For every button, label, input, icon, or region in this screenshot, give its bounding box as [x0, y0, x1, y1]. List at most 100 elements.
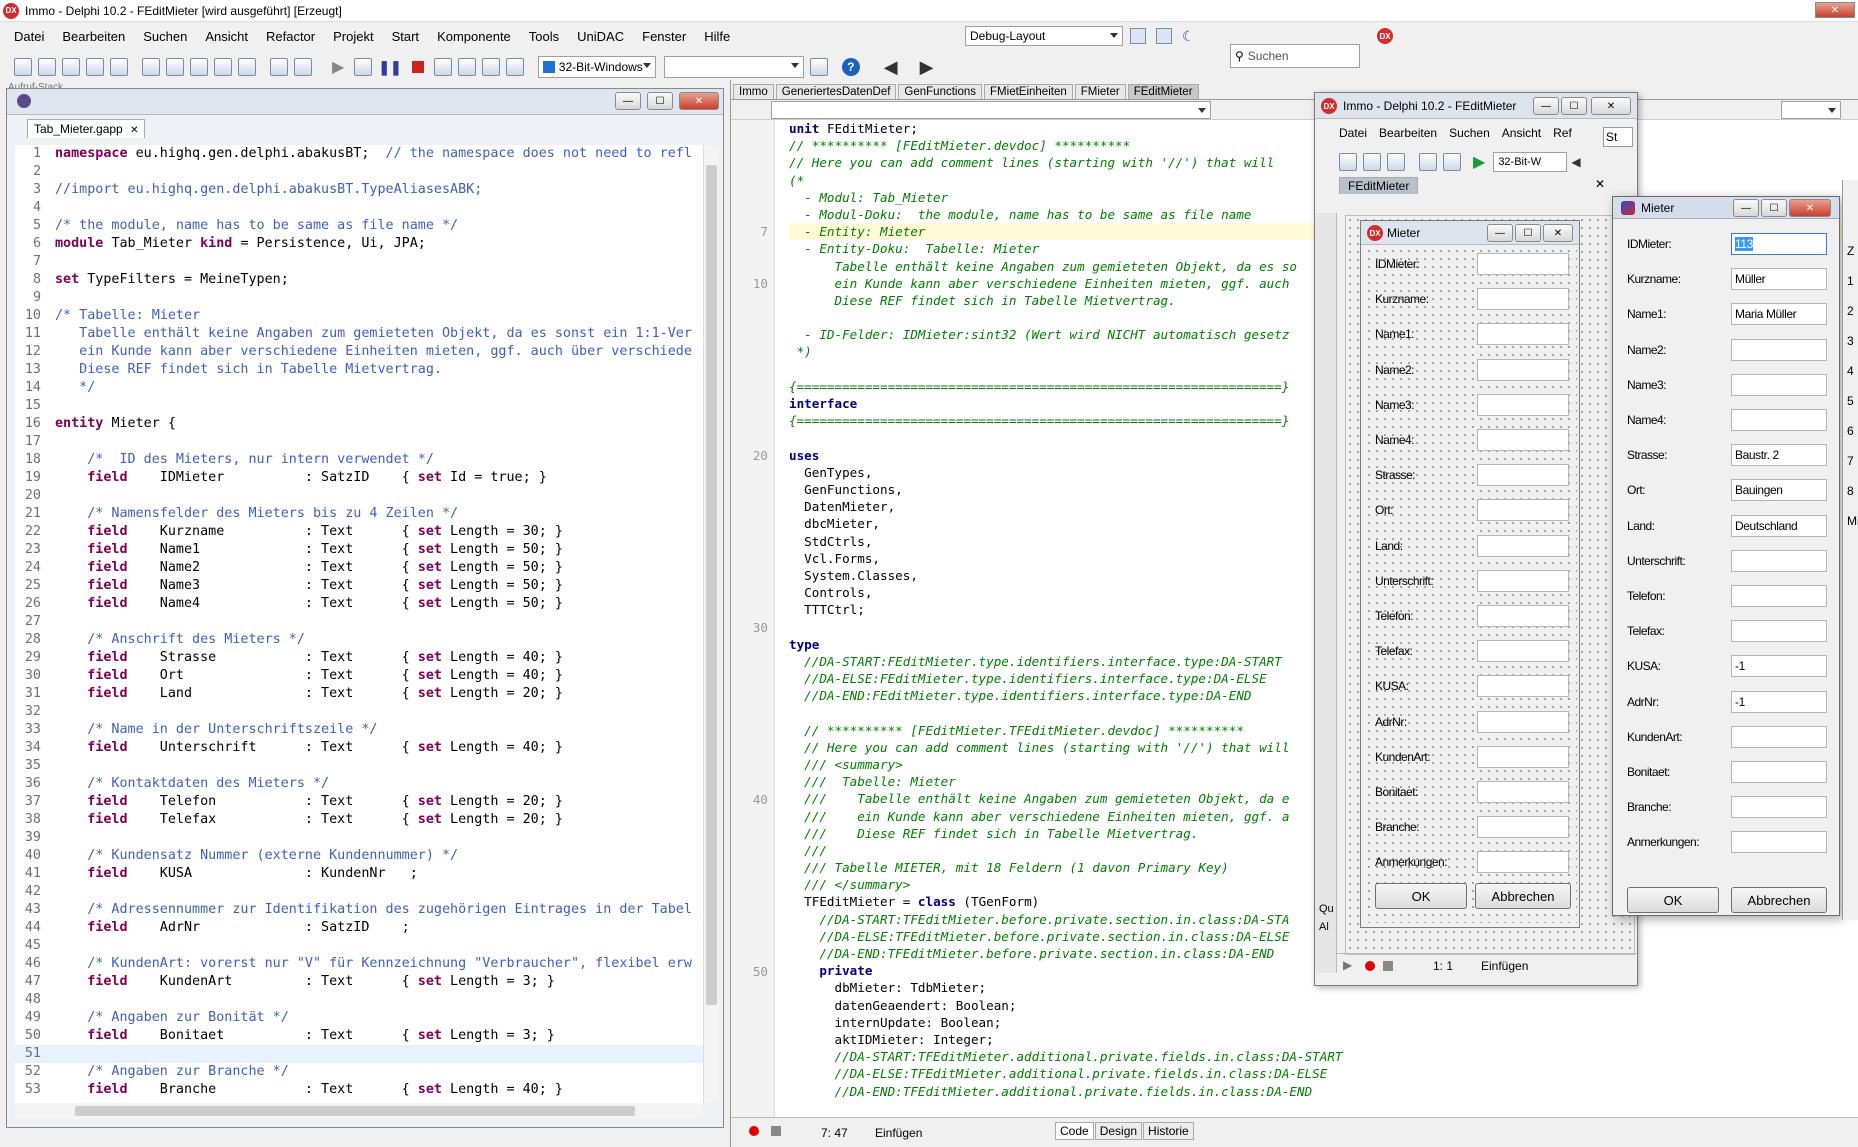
left-min-button[interactable]: —	[615, 92, 641, 110]
toggle-breakpoint-icon[interactable]	[505, 58, 524, 76]
save-folder-icon[interactable]	[238, 58, 256, 76]
ide2-save-icon[interactable]	[1387, 153, 1405, 171]
field-input[interactable]: Baustr. 2	[1731, 444, 1827, 467]
menu-item-9[interactable]: UniDAC	[577, 29, 624, 44]
design-form-body[interactable]: IDMieter: Kurzname: Name1: Name2: Name3: Name…	[1365, 247, 1577, 923]
run-to-cursor-icon[interactable]	[481, 58, 500, 76]
step-over-icon[interactable]	[433, 58, 452, 76]
field-input[interactable]	[1731, 409, 1827, 431]
trace-into-icon[interactable]	[457, 58, 476, 76]
new-icon[interactable]	[14, 58, 32, 76]
save-icon[interactable]	[86, 58, 104, 76]
layout-combo[interactable]: Debug-Layout	[965, 26, 1123, 46]
left-max-button[interactable]: ☐	[647, 92, 673, 110]
tab-tab-mieter[interactable]: Tab_Mieter.gapp ✕	[27, 119, 146, 138]
add-file-icon[interactable]	[142, 58, 160, 76]
layout-apply-icon[interactable]	[1156, 28, 1172, 44]
forward-arrow-icon[interactable]: ▶	[920, 57, 934, 78]
tab-generiertesdatendef[interactable]: GeneriertesDatenDef	[775, 84, 897, 99]
ide2-platform-combo[interactable]: 32-Bit-W	[1493, 152, 1568, 172]
ide2-back-icon[interactable]: ◀	[1571, 155, 1580, 169]
design-edit-field[interactable]	[1477, 569, 1569, 592]
mid-scope-combo[interactable]	[771, 101, 1211, 119]
left-code-area[interactable]: 1 namespace eu.highq.gen.delphi.abakusBT;…	[15, 145, 703, 1103]
theme-moon-icon[interactable]: ☾	[1182, 28, 1195, 45]
design-label[interactable]: Unterschrift:	[1375, 574, 1434, 588]
menu-item-3[interactable]: Ansicht	[205, 29, 248, 44]
design-label[interactable]: KUSA:	[1375, 679, 1409, 693]
design-close-button[interactable]: ✕	[1543, 224, 1573, 242]
design-label[interactable]: Kurzname:	[1375, 292, 1429, 306]
design-edit-field[interactable]	[1477, 816, 1569, 839]
design-edit-field[interactable]	[1477, 640, 1569, 663]
menu-item-11[interactable]: Hilfe	[704, 29, 730, 44]
ide2-menu-item-1[interactable]: Bearbeiten	[1379, 126, 1437, 140]
field-input[interactable]: Müller	[1731, 268, 1827, 291]
field-input[interactable]	[1731, 338, 1827, 361]
design-edit-field[interactable]	[1477, 464, 1569, 487]
ide-search-box[interactable]: ⚲ Suchen	[1230, 44, 1360, 68]
layout-save-icon[interactable]	[1130, 28, 1146, 44]
remove-file-icon[interactable]	[166, 58, 184, 76]
menu-item-4[interactable]: Refactor	[266, 29, 315, 44]
design-cancel-button[interactable]: Abbrechen	[1475, 883, 1571, 909]
ide2-menu-item-0[interactable]: Datei	[1339, 126, 1367, 140]
left-close-button[interactable]: ✕	[679, 92, 719, 110]
field-input[interactable]	[1731, 549, 1827, 572]
ide2-run-icon[interactable]: ▶	[1473, 152, 1485, 172]
design-label[interactable]: Branche:	[1375, 820, 1420, 834]
design-form-mieter[interactable]: DX Mieter — ☐ ✕ IDMieter: Kurzname: Name1:…	[1360, 220, 1580, 928]
help-icon[interactable]: ?	[841, 58, 860, 76]
menu-item-0[interactable]: Datei	[14, 29, 44, 44]
runtime-max-button[interactable]: ☐	[1761, 199, 1787, 217]
field-input[interactable]: Bauingen	[1731, 479, 1827, 502]
sync-icon[interactable]	[809, 58, 828, 76]
design-label[interactable]: Telefon:	[1375, 609, 1414, 623]
design-edit-field[interactable]	[1477, 253, 1569, 275]
design-edit-field[interactable]	[1477, 429, 1569, 451]
stop-icon[interactable]	[411, 61, 424, 73]
design-max-button[interactable]: ☐	[1515, 224, 1541, 242]
design-edit-field[interactable]	[1477, 781, 1569, 803]
design-label[interactable]: AdrNr:	[1375, 715, 1407, 729]
menu-item-7[interactable]: Komponente	[437, 29, 511, 44]
ide2-tab-feditmieter[interactable]: FEditMieter	[1339, 177, 1419, 194]
cancel-button[interactable]: Abbrechen	[1731, 887, 1827, 913]
view-tab-historie[interactable]: Historie	[1143, 1122, 1194, 1140]
remove-project-icon[interactable]	[294, 58, 312, 76]
close-icon[interactable]: ✕	[130, 125, 138, 136]
tab-immo[interactable]: Immo	[733, 84, 774, 99]
run-params-icon[interactable]	[354, 58, 373, 76]
add-project-icon[interactable]	[270, 58, 288, 76]
field-input[interactable]: -1	[1731, 690, 1827, 713]
runtime-form-mieter[interactable]: Mieter — ☐ ✕ IDMieter: 113 Kurzname: Müller…	[1612, 196, 1840, 916]
design-label[interactable]: KundenArt:	[1375, 750, 1431, 764]
open-folder-icon[interactable]	[214, 58, 232, 76]
menu-item-6[interactable]: Start	[392, 29, 419, 44]
field-input[interactable]: Maria Müller	[1731, 303, 1827, 326]
view-tab-code[interactable]: Code	[1055, 1122, 1094, 1140]
field-input[interactable]	[1731, 796, 1827, 819]
app-close-button[interactable]: ✕	[1815, 2, 1855, 18]
design-edit-field[interactable]	[1477, 851, 1569, 874]
design-edit-field[interactable]	[1477, 675, 1569, 698]
ide2-menu-item-3[interactable]: Ansicht	[1502, 126, 1541, 140]
ide2-tab-close-icon[interactable]: ✕	[1595, 177, 1605, 191]
design-label[interactable]: Strasse:	[1375, 468, 1416, 482]
field-input[interactable]: 113	[1731, 233, 1827, 255]
ide2-open-icon[interactable]	[1363, 153, 1381, 171]
ide2-new-icon[interactable]	[1339, 153, 1357, 171]
menu-item-5[interactable]: Projekt	[333, 29, 373, 44]
field-input[interactable]: -1	[1731, 655, 1827, 678]
menu-item-2[interactable]: Suchen	[143, 29, 187, 44]
tab-fmieteinheiten[interactable]: FMietEinheiten	[984, 84, 1073, 99]
ide2-search[interactable]: St	[1603, 127, 1633, 147]
field-input[interactable]	[1731, 620, 1827, 643]
tab-genfunctions[interactable]: GenFunctions	[898, 84, 983, 99]
config-combo[interactable]	[663, 56, 804, 78]
design-label[interactable]: Ort:	[1375, 503, 1394, 517]
design-label[interactable]: Bonitaet:	[1375, 785, 1418, 799]
back-arrow-icon[interactable]: ◀	[884, 57, 898, 78]
dx-logo-icon[interactable]: DX	[1377, 28, 1393, 44]
ide2-folder-icon[interactable]	[1443, 153, 1461, 171]
